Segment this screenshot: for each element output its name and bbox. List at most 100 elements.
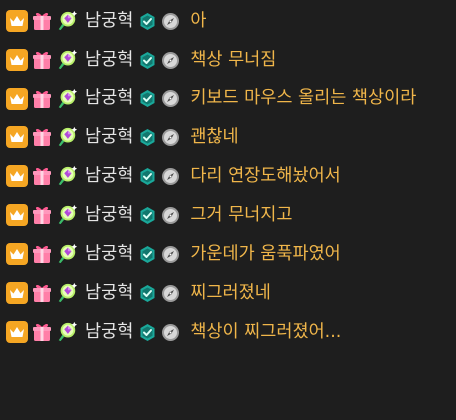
verified-glyph <box>140 51 155 69</box>
crown-glyph <box>10 132 24 142</box>
verified-icon <box>138 167 157 186</box>
username[interactable]: 남궁혁 <box>85 123 133 151</box>
verified-glyph <box>140 245 155 263</box>
crown-glyph <box>10 171 24 181</box>
chat-message: 남궁혁 키보드 마우스 올리는 책상이라 <box>0 85 456 112</box>
crown-glyph <box>10 327 24 337</box>
username[interactable]: 남궁혁 <box>85 318 133 346</box>
gift-glyph <box>33 323 51 341</box>
username[interactable]: 남궁혁 <box>85 279 133 307</box>
verified-icon <box>138 245 157 264</box>
crown-glyph <box>10 249 24 259</box>
gem-glyph <box>58 204 78 225</box>
compass-icon <box>161 51 180 70</box>
compass-icon <box>161 245 180 264</box>
crown-badge-bg <box>6 126 28 148</box>
crown-glyph <box>10 210 24 220</box>
gift-glyph <box>33 128 51 146</box>
chat-message: 남궁혁 책상이 찌그러졌어... <box>0 318 456 346</box>
crown-glyph <box>10 93 24 104</box>
verified-icon <box>138 51 157 70</box>
compass-glyph <box>162 128 180 146</box>
compass-glyph <box>162 245 180 263</box>
crown-badge-bg <box>6 204 28 226</box>
chat-message: 남궁혁 찌그러졌네 <box>0 279 456 307</box>
gift-glyph <box>33 90 51 108</box>
username[interactable]: 남궁혁 <box>85 85 133 112</box>
username[interactable]: 남궁혁 <box>85 201 133 229</box>
message-text: 아 <box>190 11 207 31</box>
message-text: 책상 무너짐 <box>190 50 277 70</box>
verified-glyph <box>140 128 155 146</box>
compass-glyph <box>162 206 180 224</box>
gift-icon <box>31 282 53 304</box>
gift-glyph <box>33 245 51 263</box>
message-text: 찌그러졌네 <box>190 283 271 303</box>
verified-glyph <box>140 323 155 341</box>
crown-icon <box>6 204 28 226</box>
gem-icon <box>56 49 78 71</box>
compass-glyph <box>162 323 180 341</box>
crown-glyph <box>10 288 24 298</box>
verified-icon <box>138 284 157 303</box>
gift-glyph <box>33 206 51 224</box>
verified-glyph <box>140 206 155 224</box>
crown-glyph <box>10 55 24 65</box>
username[interactable]: 남궁혁 <box>85 7 133 35</box>
gift-glyph <box>33 12 51 30</box>
compass-icon <box>161 12 180 31</box>
crown-badge-bg <box>6 87 28 110</box>
crown-glyph <box>10 16 24 26</box>
message-text: 다리 연장도해놨어서 <box>190 166 341 186</box>
gift-icon <box>31 88 53 110</box>
gem-glyph <box>58 49 78 70</box>
gem-glyph <box>58 282 78 303</box>
compass-glyph <box>162 90 180 107</box>
gem-icon <box>56 88 78 110</box>
crown-badge-bg <box>6 49 28 71</box>
compass-glyph <box>162 12 180 30</box>
message-text: 그거 무너지고 <box>190 205 293 225</box>
chat-message: 남궁혁 괜찮네 <box>0 123 456 151</box>
message-text: 괜찮네 <box>190 127 239 147</box>
compass-icon <box>161 206 180 225</box>
compass-icon <box>161 284 180 303</box>
gift-icon <box>31 126 53 148</box>
compass-glyph <box>162 51 180 69</box>
gift-icon <box>31 10 53 32</box>
username[interactable]: 남궁혁 <box>85 240 133 268</box>
compass-glyph <box>162 284 180 302</box>
verified-icon <box>138 323 157 342</box>
gift-icon <box>31 243 53 265</box>
message-text: 책상이 찌그러졌어... <box>190 322 342 342</box>
gem-icon <box>56 126 78 148</box>
compass-icon <box>161 323 180 342</box>
verified-glyph <box>140 284 155 302</box>
username[interactable]: 남궁혁 <box>85 46 133 74</box>
gift-glyph <box>33 51 51 69</box>
verified-icon <box>138 128 157 147</box>
crown-icon <box>6 165 28 187</box>
chat-message: 남궁혁 가운데가 움푹파였어 <box>0 240 456 268</box>
verified-glyph <box>140 167 155 185</box>
username[interactable]: 남궁혁 <box>85 162 133 190</box>
gift-icon <box>31 49 53 71</box>
verified-glyph <box>140 12 155 30</box>
chat-message: 남궁혁 그거 무너지고 <box>0 201 456 229</box>
gift-icon <box>31 204 53 226</box>
gem-glyph <box>58 321 78 342</box>
crown-badge-bg <box>6 321 28 343</box>
message-text: 가운데가 움푹파였어 <box>190 244 341 264</box>
compass-glyph <box>162 167 180 185</box>
gem-icon <box>56 282 78 304</box>
gem-icon <box>56 10 78 32</box>
gift-glyph <box>33 167 51 185</box>
gem-icon <box>56 243 78 265</box>
crown-badge-bg <box>6 243 28 265</box>
chat-message: 남궁혁 책상 무너짐 <box>0 46 456 74</box>
verified-icon <box>138 89 157 108</box>
gem-icon <box>56 165 78 187</box>
crown-icon <box>6 87 28 110</box>
gem-glyph <box>58 88 78 108</box>
chat-message: 남궁혁 다리 연장도해놨어서 <box>0 162 456 190</box>
